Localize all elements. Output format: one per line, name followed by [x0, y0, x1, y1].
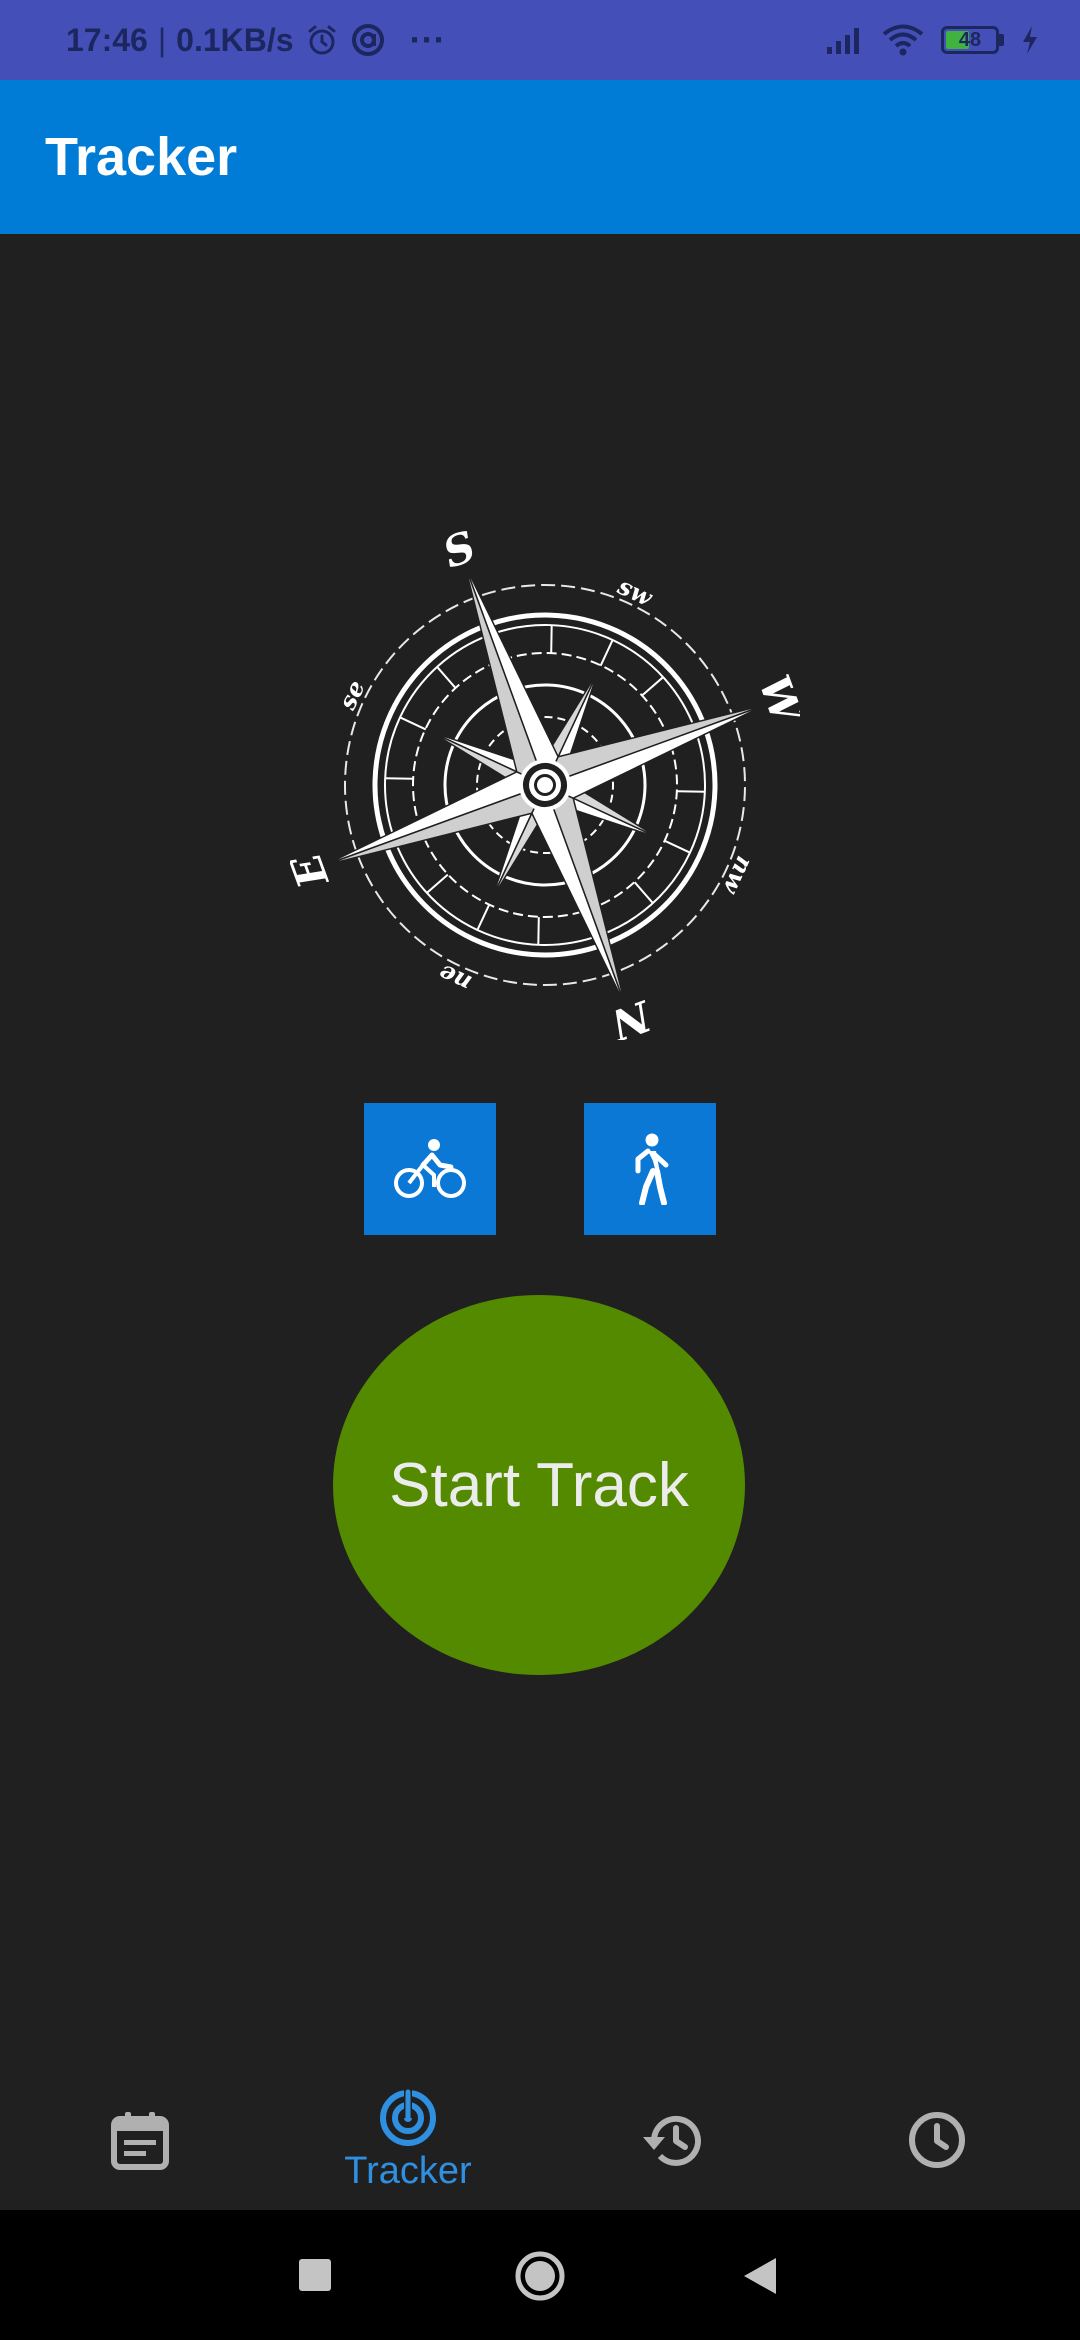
clock-icon [909, 2112, 965, 2168]
nav-label-tracker: Tracker [344, 2149, 472, 2192]
back-triangle-icon[interactable] [742, 2256, 778, 2296]
compass-label-nw: nw [717, 852, 760, 900]
battery-nub [999, 34, 1004, 46]
start-track-button[interactable]: Start Track [333, 1295, 745, 1675]
charging-icon [1023, 26, 1037, 54]
compass-label-n: N [603, 990, 659, 1040]
calendar-note-icon [111, 2112, 169, 2170]
battery-icon: 48 [941, 26, 1004, 54]
alarm-icon [308, 25, 336, 55]
page-title: Tracker [45, 127, 238, 187]
status-bar: 17:46 | 0.1KB/s ··· 48 [0, 0, 1080, 80]
battery-body: 48 [941, 26, 999, 54]
compass-label-w: W [749, 669, 800, 734]
compass-label-e: E [290, 846, 338, 895]
app-bar: Tracker [0, 80, 1080, 234]
compass-label-sw: sw [613, 571, 658, 613]
compass-label-ne: ne [434, 958, 476, 998]
status-net-speed: 0.1KB/s [176, 21, 294, 58]
recents-square-icon[interactable] [298, 2258, 332, 2292]
system-nav-bar [0, 2210, 1080, 2340]
compass-rose-image: N E S W ne se sw nw [290, 530, 800, 1040]
start-track-label: Start Track [389, 1450, 689, 1520]
status-right: 48 [825, 0, 1040, 80]
status-time: 17:46 [66, 21, 148, 58]
status-separator: | [157, 21, 167, 58]
walk-mode-button[interactable] [584, 1103, 716, 1235]
bike-icon [394, 1139, 466, 1198]
battery-level: 48 [958, 28, 982, 51]
status-more: ··· [409, 19, 446, 60]
circle-a-icon [351, 24, 384, 56]
radar-icon [380, 2089, 436, 2146]
walk-icon [635, 1133, 669, 1205]
compass-label-se: se [332, 676, 371, 715]
status-left: 17:46 | 0.1KB/s ··· [66, 0, 446, 80]
nav-item-history[interactable] [537, 2070, 807, 2210]
nav-item-tracker[interactable]: Tracker [273, 2070, 543, 2210]
bike-mode-button[interactable] [364, 1103, 496, 1235]
signal-icon [827, 28, 859, 54]
home-circle-icon[interactable] [514, 2250, 566, 2302]
compass-label-s: S [437, 530, 482, 578]
bottom-nav: Tracker [0, 2070, 1080, 2210]
history-icon [643, 2115, 701, 2166]
nav-item-calendar[interactable] [5, 2070, 275, 2210]
wifi-icon [882, 24, 924, 56]
nav-item-clock[interactable] [802, 2070, 1072, 2210]
